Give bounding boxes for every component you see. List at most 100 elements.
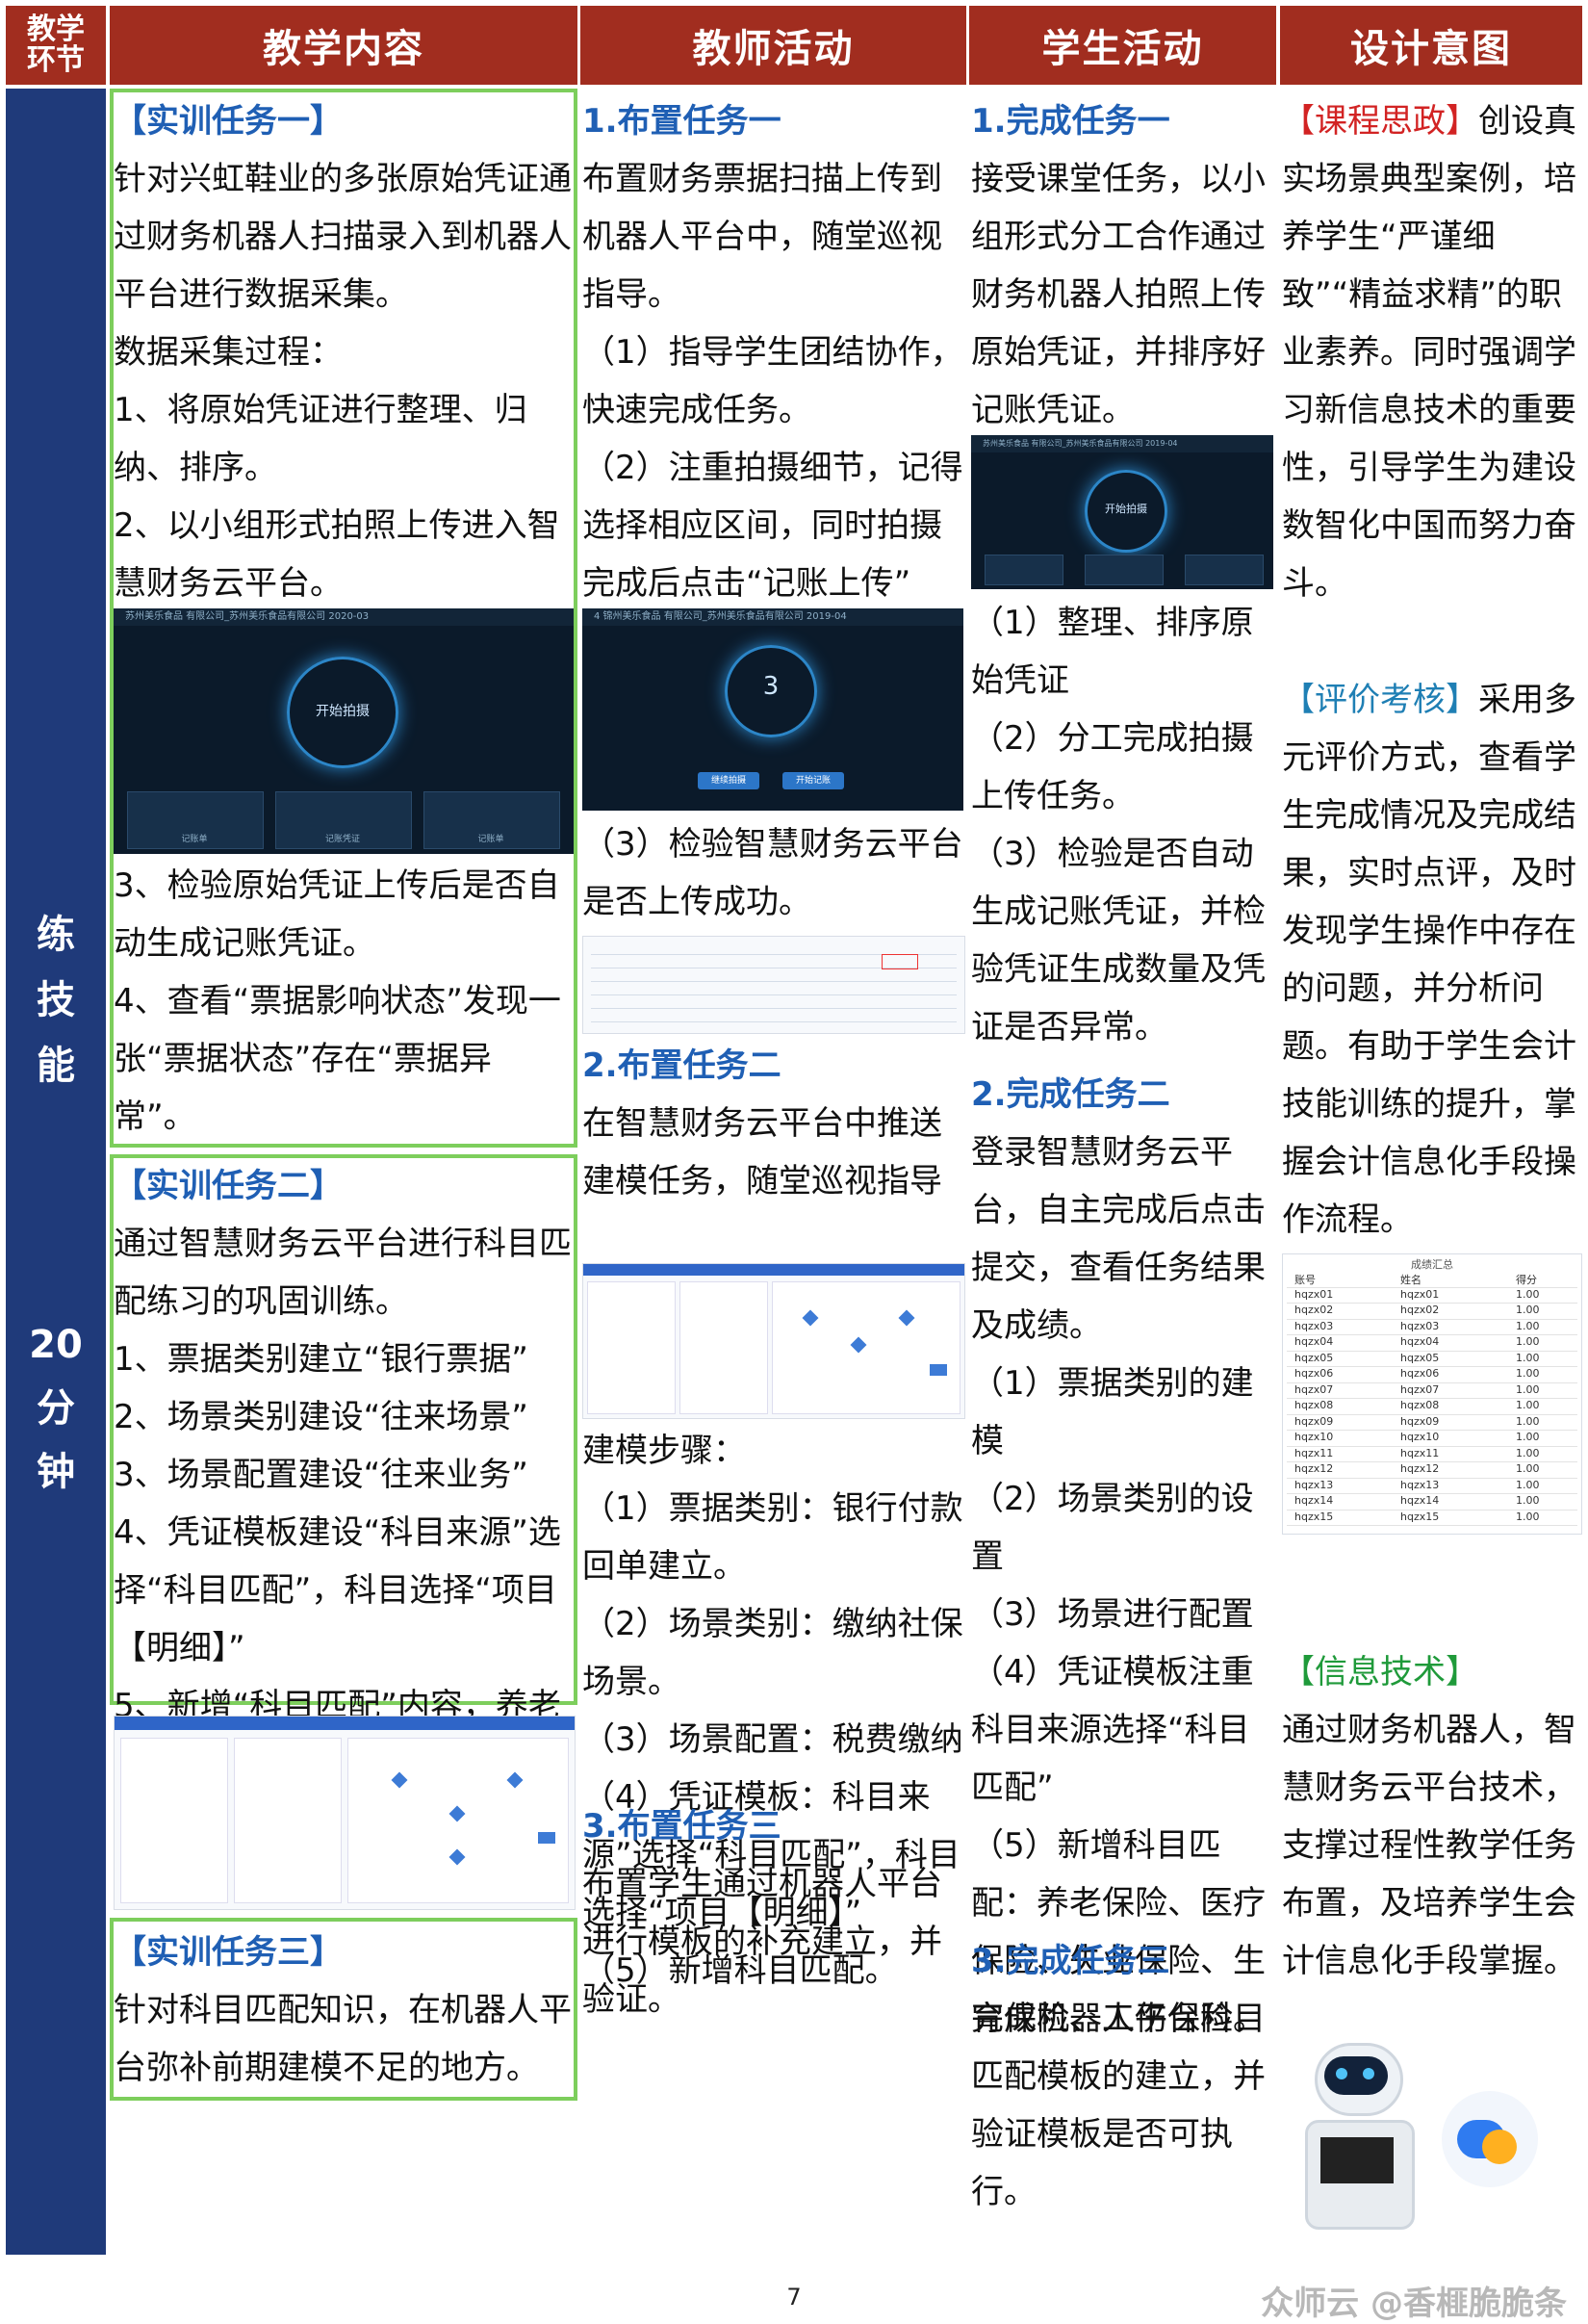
- intent-ideology: 【课程思政】创设真实场景典型案例，培养学生“严谨细致”“精益求精”的职业素养。同…: [1280, 92, 1582, 612]
- score-cell: 姓名: [1400, 1274, 1422, 1286]
- student-task1-text: 接受课堂任务，以小组形式分工合作通过财务机器人拍照上传原始凭证，并排序好记账凭证…: [971, 160, 1266, 429]
- student-task2-title: 2.完成任务二: [971, 1075, 1170, 1114]
- score-cell: hqzx06: [1400, 1367, 1440, 1380]
- student-task3-title: 3.完成任务三: [971, 1942, 1170, 1980]
- score-cell: hqzx04: [1400, 1335, 1440, 1348]
- header-intent: 设计意图: [1280, 6, 1582, 85]
- teacher-task1-check: （3）检验智慧财务云平台是否上传成功。: [582, 825, 963, 921]
- cloud-app-icon: [1442, 2091, 1538, 2187]
- start-booking-button[interactable]: 开始记账: [782, 772, 844, 789]
- score-header-row: 账号 姓名 得分: [1287, 1272, 1577, 1288]
- robot-icon: [1299, 2043, 1415, 2230]
- photo-capture-screenshot: 苏州美乐食品 有限公司_苏州美乐食品有限公司 2020-03 开始拍摄 记账单 …: [114, 608, 574, 854]
- ideology-text: 创设真实场景典型案例，培养学生“严谨细致”“精益求精”的职业素养。同时强调学习新…: [1282, 102, 1576, 603]
- stage-duration: 20 分钟: [6, 1313, 106, 1504]
- score-cell: 1.00: [1516, 1399, 1540, 1411]
- score-cell: hqzx11: [1294, 1446, 1334, 1459]
- score-cell: 1.00: [1516, 1335, 1540, 1348]
- stage-label-char: 练: [37, 913, 75, 957]
- student-task1-steps: （1）整理、排序原始凭证 （2）分工完成拍摄上传任务。 （3）检验是否自动生成记…: [971, 604, 1266, 1046]
- score-cell: hqzx01: [1400, 1287, 1440, 1301]
- task1-steps-b: 3、检验原始凭证上传后是否自动生成记账凭证。 4、查看“票据影响状态”发现一张“…: [114, 866, 561, 1136]
- task1-steps-a: 1、将原始凭证进行整理、归纳、排序。 2、以小组形式拍照上传进入智慧财务云平台。: [114, 391, 560, 603]
- score-cell: 1.00: [1516, 1510, 1540, 1523]
- task1-block: 【实训任务一】 针对兴虹鞋业的多张原始凭证通过财务机器人扫描录入到机器人平台进行…: [110, 92, 577, 612]
- student-column: 1.完成任务一 接受课堂任务，以小组形式分工合作通过财务机器人拍照上传原始凭证，…: [969, 89, 1276, 2255]
- score-row: hqzx15 hqzx15 1.00: [1287, 1510, 1577, 1526]
- score-cell: hqzx05: [1400, 1351, 1440, 1364]
- page: 教学 环节 教学内容 教师活动 学生活动 设计意图 练技能 20 分钟 【实训任务…: [0, 0, 1588, 2323]
- tile-label: 记账凭证: [324, 835, 360, 844]
- teacher-task3-text: 布置学生通过机器人平台进行模板的补充建立，并验证。: [582, 1865, 942, 2019]
- score-cell: hqzx02: [1400, 1304, 1440, 1316]
- score-cell: 1.00: [1516, 1431, 1540, 1443]
- score-cell: 1.00: [1516, 1446, 1540, 1459]
- modeling-screenshot: [114, 1716, 576, 1910]
- score-row: hqzx03 hqzx03 1.00: [1287, 1319, 1577, 1335]
- continue-capture-button[interactable]: 继续拍摄: [698, 772, 759, 789]
- score-table: 账号 姓名 得分 hqzx01 hqzx01 1.00 hqzx02 hqzx02 1.00 hq…: [1287, 1272, 1577, 1532]
- score-cell: hqzx09: [1400, 1414, 1440, 1428]
- stage-column: 练技能 20 分钟: [6, 89, 106, 2255]
- score-cell: hqzx01: [1294, 1287, 1334, 1301]
- score-cell: 得分: [1516, 1274, 1537, 1286]
- teacher-task2-title: 2.布置任务二: [582, 1046, 781, 1085]
- student-task3: 3.完成任务三 完成机器人平台科目匹配模板的建立，并验证模板是否可执行。: [969, 1932, 1276, 2221]
- intent-it: 【信息技术】 通过财务机器人，智慧财务云平台技术，支撑过程性教学任务布置，及培养…: [1280, 1643, 1582, 1990]
- score-cell: hqzx11: [1400, 1446, 1440, 1459]
- score-row: hqzx12 hqzx12 1.00: [1287, 1462, 1577, 1479]
- stage-duration-char: 分: [37, 1386, 75, 1431]
- score-cell: 1.00: [1516, 1462, 1540, 1475]
- stage-label: 练技能: [6, 902, 106, 1098]
- header-stage: 教学 环节: [6, 6, 106, 85]
- intent-column: 【课程思政】创设真实场景典型案例，培养学生“严谨细致”“精益求精”的职业素养。同…: [1280, 89, 1582, 2255]
- score-cell: hqzx03: [1400, 1319, 1440, 1332]
- it-text: 通过财务机器人，智慧财务云平台技术，支撑过程性教学任务布置，及培养学生会计信息化…: [1282, 1711, 1576, 1980]
- it-tag: 【信息技术】: [1282, 1653, 1478, 1691]
- score-cell: 1.00: [1516, 1367, 1540, 1380]
- score-cell: hqzx03: [1294, 1319, 1334, 1332]
- capture-start-screenshot: 苏州美乐食品 有限公司_苏州美乐食品有限公司 2019-04 开始拍摄: [971, 435, 1273, 589]
- task3-text: 针对科目匹配知识，在机器人平台弥补前期建模不足的地方。: [114, 1991, 572, 2087]
- score-cell: 1.00: [1516, 1319, 1540, 1332]
- stage-label-char: 能: [37, 1044, 75, 1088]
- screenshot-header: 苏州美乐食品 有限公司_苏州美乐食品有限公司 2020-03: [114, 608, 574, 626]
- score-row: hqzx10 hqzx10 1.00: [1287, 1431, 1577, 1447]
- task3-title: 【实训任务三】: [114, 1933, 343, 1972]
- score-cell: hqzx12: [1294, 1462, 1334, 1475]
- score-cell: hqzx10: [1400, 1431, 1440, 1443]
- stage-duration-char: 20: [29, 1323, 83, 1367]
- tile-label: 记账单: [477, 835, 504, 844]
- stage-duration-char: 钟: [37, 1450, 75, 1494]
- student-task1-title: 1.完成任务一: [971, 102, 1170, 141]
- score-row: hqzx01 hqzx01 1.00: [1287, 1288, 1577, 1304]
- task1-title: 【实训任务一】: [114, 102, 343, 141]
- score-cell: hqzx08: [1294, 1399, 1334, 1411]
- score-row: hqzx06 hqzx06 1.00: [1287, 1367, 1577, 1383]
- evaluation-text: 采用多元评价方式，查看学生完成情况及完成结果，实时点评，及时发现学生操作中存在的…: [1282, 681, 1576, 1239]
- capture-button-label: 开始拍摄: [1105, 503, 1147, 515]
- score-cell: 1.00: [1516, 1351, 1540, 1364]
- score-row: hqzx05 hqzx05 1.00: [1287, 1351, 1577, 1367]
- score-cell: hqzx12: [1400, 1462, 1440, 1475]
- teacher-task3-title: 3.布置任务三: [582, 1807, 781, 1846]
- stage-label-char: 技: [37, 978, 75, 1022]
- capture-count-screenshot: 4 锦州美乐食品 有限公司_苏州美乐食品有限公司 2019-04 3 继续拍摄 …: [582, 608, 963, 811]
- score-cell: hqzx13: [1294, 1478, 1334, 1491]
- teacher-column: 1.布置任务一 布置财务票据扫描上传到机器人平台中，随堂巡视指导。 （1）指导学…: [580, 89, 966, 2255]
- countdown-number: 3: [762, 672, 780, 701]
- watermark: 众师云 @香榧脆脆条: [1261, 2285, 1567, 2323]
- score-cell: hqzx15: [1400, 1510, 1440, 1523]
- score-row: hqzx14 hqzx14 1.00: [1287, 1494, 1577, 1511]
- header-student: 学生活动: [969, 6, 1276, 85]
- score-summary-screenshot: 成绩汇总 账号 姓名 得分 hqzx01 hqzx01 1.00 hqzx02 hqzx02 1…: [1282, 1253, 1582, 1535]
- score-cell: 1.00: [1516, 1287, 1540, 1301]
- score-row: hqzx02 hqzx02 1.00: [1287, 1304, 1577, 1320]
- header-content: 教学内容: [110, 6, 577, 85]
- screenshot-header: 4 锦州美乐食品 有限公司_苏州美乐食品有限公司 2019-04: [582, 608, 963, 626]
- score-cell: hqzx08: [1400, 1399, 1440, 1411]
- capture-button-label: 开始拍摄: [316, 704, 370, 719]
- score-row: hqzx11 hqzx11 1.00: [1287, 1446, 1577, 1462]
- score-row: hqzx07 hqzx07 1.00: [1287, 1383, 1577, 1399]
- header-stage-label: 教学 环节: [27, 13, 85, 77]
